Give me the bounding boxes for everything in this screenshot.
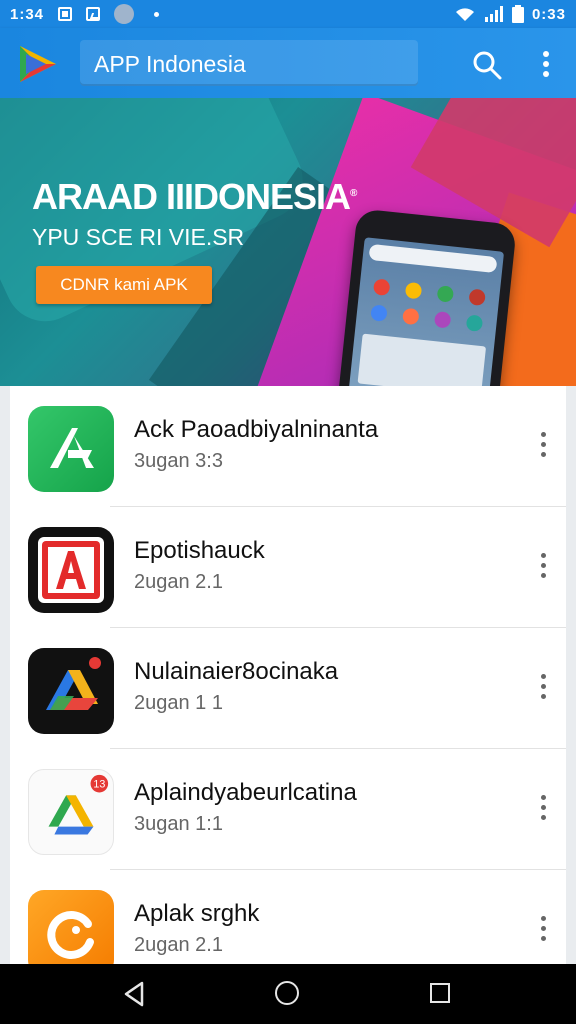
app-bar: APP Indonesia (0, 28, 576, 98)
app-icon-drive-white: 13 (28, 769, 114, 855)
app-name: Nulainaier8ocinaka (134, 658, 339, 685)
app-title: APP Indonesia (94, 51, 246, 77)
app-meta: 3ugan 3:3 (134, 450, 223, 472)
list-item[interactable]: Epotishauck 2ugan 2.1 (10, 507, 566, 628)
recent-apps-icon[interactable] (430, 983, 450, 1003)
phone-card (357, 333, 487, 386)
wifi-icon (455, 8, 474, 21)
app-name: Aplak srghk (134, 900, 260, 927)
search-icon[interactable] (472, 50, 502, 80)
app-icon-drive (28, 648, 114, 734)
back-icon[interactable] (122, 981, 146, 1007)
list-item[interactable]: Aplak srghk 2ugan 2.1 (10, 870, 566, 964)
list-item[interactable]: Ack Paoadbiyalninanta 3ugan 3:3 (10, 386, 566, 507)
banner-subtitle: YPU SCE RI VIE.SR (32, 224, 245, 250)
banner-download-button[interactable]: CDNR kami APK (36, 266, 212, 304)
app-name: Epotishauck (134, 537, 265, 564)
app-icon-red-a (28, 527, 114, 613)
app-logo-icon[interactable] (16, 42, 60, 86)
phone-search-bar (368, 243, 498, 274)
svg-text:13: 13 (93, 779, 105, 791)
dot-icon (154, 11, 160, 17)
app-name: Ack Paoadbiyalninanta (134, 416, 379, 443)
item-menu-icon[interactable] (538, 553, 548, 581)
promo-banner[interactable]: ARAAD IIIDONESIA® YPU SCE RI VIE.SR CDNR… (0, 98, 576, 386)
overflow-menu-icon[interactable] (536, 48, 556, 80)
app-meta: 2ugan 2.1 (134, 934, 223, 956)
status-time: 1:34 (10, 5, 45, 23)
app-icon-orange (28, 890, 114, 964)
avatar-icon (114, 4, 135, 24)
list-item[interactable]: Nulainaier8ocinaka 2ugan 1 1 (10, 628, 566, 749)
status-bar: 1:34 0:33 (0, 0, 576, 28)
notification-icon-2 (86, 7, 101, 21)
app-meta: 3ugan 1:1 (134, 813, 223, 835)
item-menu-icon[interactable] (538, 432, 548, 460)
app-list: Ack Paoadbiyalninanta 3ugan 3:3 Epotisha… (10, 386, 566, 964)
battery-icon (511, 5, 524, 23)
app-name: Aplaindyabeurlcatina (134, 779, 357, 806)
list-item[interactable]: 13 Aplaindyabeurlcatina 3ugan 1:1 (10, 749, 566, 870)
app-meta: 2ugan 1 1 (134, 692, 223, 714)
item-menu-icon[interactable] (538, 674, 548, 702)
signal-icon (484, 6, 503, 22)
item-menu-icon[interactable] (538, 795, 548, 823)
navigation-bar (0, 964, 576, 1024)
app-meta: 2ugan 2.1 (134, 571, 223, 593)
status-clock: 0:33 (531, 5, 566, 23)
banner-title: ARAAD IIIDONESIA® (32, 176, 357, 217)
home-icon[interactable] (275, 981, 299, 1005)
notification-icon (58, 7, 73, 21)
phone-screen (344, 237, 505, 386)
phone-illustration (331, 208, 517, 386)
item-menu-icon[interactable] (538, 916, 548, 944)
search-bar[interactable]: APP Indonesia (80, 40, 418, 86)
app-icon-green (28, 406, 114, 492)
